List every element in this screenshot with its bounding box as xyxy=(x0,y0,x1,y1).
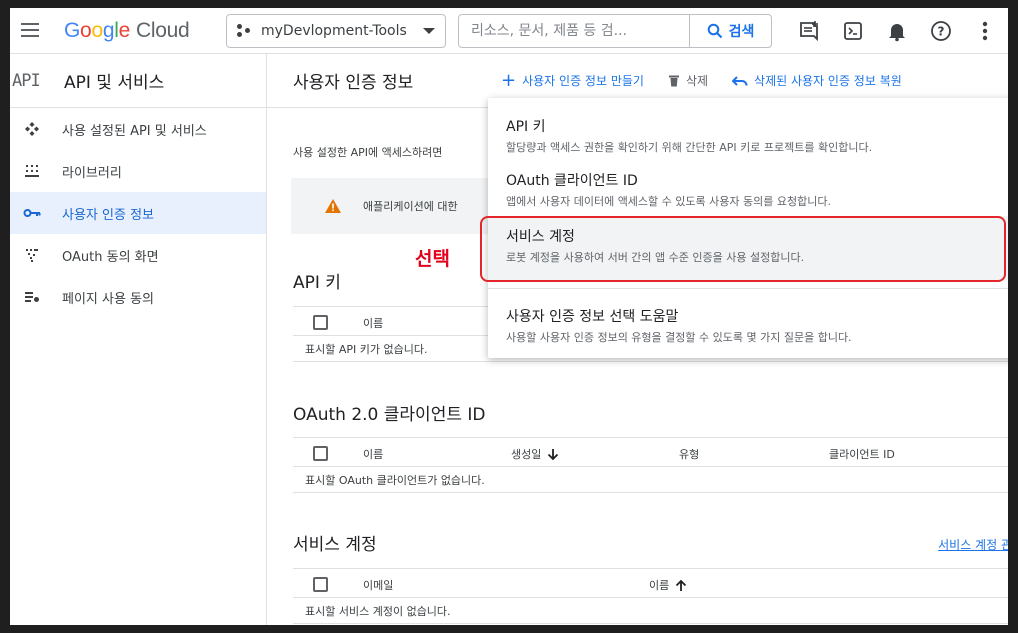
help-icon[interactable]: ? xyxy=(926,16,956,46)
project-icon xyxy=(237,24,253,38)
sidebar-item-label: 라이브러리 xyxy=(62,165,122,181)
consent-icon xyxy=(22,247,42,263)
table-header: 이메일 이름 xyxy=(293,568,1008,598)
svg-text:?: ? xyxy=(938,25,945,39)
annotation-label: 선택 xyxy=(415,248,450,270)
plus-icon: + xyxy=(501,69,517,91)
chevron-down-icon xyxy=(423,28,435,34)
sidebar-item-library[interactable]: 라이브러리 xyxy=(10,150,266,192)
menu-item-subtitle: 앱에서 사용자 데이터에 액세스할 수 있도록 사용자 동의를 요청합니다. xyxy=(506,195,831,208)
column-client-id[interactable]: 클라이언트 ID xyxy=(829,446,895,462)
restore-credentials-button[interactable]: 삭제된 사용자 인증 정보 복원 xyxy=(732,72,902,89)
empty-message: 표시할 OAuth 클라이언트가 없습니다. xyxy=(293,467,1008,493)
sidebar-header: API API 및 서비스 xyxy=(10,54,266,108)
menu-item-oauth-client-id[interactable]: OAuth 클라이언트 ID 앱에서 사용자 데이터에 액세스할 수 있도록 사… xyxy=(488,170,1008,209)
page-title: 사용자 인증 정보 xyxy=(293,73,414,93)
app-window: GoogleCloud myDevlopment-Tools 검색 xyxy=(10,8,1008,625)
bell-icon[interactable] xyxy=(882,16,912,46)
search-button[interactable]: 검색 xyxy=(689,15,771,47)
oauth-title: OAuth 2.0 클라이언트 ID xyxy=(293,405,486,425)
search-button-label: 검색 xyxy=(728,24,755,40)
settings-list-icon xyxy=(22,289,42,305)
manage-service-accounts-link[interactable]: 서비스 계정 관 xyxy=(938,536,1008,553)
column-created-label: 생성일 xyxy=(511,448,542,461)
column-name[interactable]: 이름 xyxy=(363,315,383,331)
sidebar-item-credentials[interactable]: 사용자 인증 정보 xyxy=(10,192,266,234)
empty-message: 표시할 서비스 계정이 없습니다. xyxy=(293,598,1008,624)
api-hub-icon xyxy=(22,121,42,137)
library-icon xyxy=(22,163,42,179)
search-input[interactable] xyxy=(459,15,689,47)
column-type[interactable]: 유형 xyxy=(679,446,699,462)
more-vert-icon[interactable] xyxy=(970,16,1000,46)
create-credentials-button[interactable]: + 사용자 인증 정보 만들기 xyxy=(501,69,644,91)
alert-text: 애플리케이션에 대한 xyxy=(363,200,458,213)
menu-divider xyxy=(488,288,1008,289)
create-credentials-menu: API 키 할당량과 액세스 권한을 확인하기 위해 간단한 API 키로 프로… xyxy=(480,98,1008,358)
project-selector[interactable]: myDevlopment-Tools xyxy=(226,14,446,48)
select-all-checkbox[interactable] xyxy=(313,446,328,461)
api-keys-title: API 키 xyxy=(293,273,341,293)
menu-item-subtitle: 사용할 사용자 인증 정보의 유형을 결정할 수 있도록 몇 가지 질문을 합니… xyxy=(506,331,852,344)
delete-button[interactable]: 삭제 xyxy=(668,72,708,89)
project-name: myDevlopment-Tools xyxy=(261,23,407,39)
select-all-checkbox[interactable] xyxy=(313,315,328,330)
arrow-up-icon xyxy=(676,579,687,591)
highlight-box xyxy=(480,216,1006,282)
sidebar-item-label: 사용자 인증 정보 xyxy=(62,207,154,223)
sidebar-item-label: 사용 설정된 API 및 서비스 xyxy=(62,123,207,139)
column-name-label: 이름 xyxy=(649,579,670,592)
restore-label: 삭제된 사용자 인증 정보 복원 xyxy=(754,74,902,88)
trash-icon xyxy=(668,75,679,87)
google-cloud-logo[interactable]: Google Cloud xyxy=(64,19,190,43)
menu-item-title: 사용자 인증 정보 선택 도움말 xyxy=(506,309,679,325)
chat-icon[interactable] xyxy=(794,16,824,46)
column-created[interactable]: 생성일 xyxy=(511,446,559,462)
sidebar-title: API 및 서비스 xyxy=(64,73,165,93)
sidebar-item-label: 페이지 사용 동의 xyxy=(62,291,154,307)
select-all-checkbox[interactable] xyxy=(313,577,328,592)
page-description: 사용 설정한 API에 액세스하려면 xyxy=(293,146,443,159)
menu-icon[interactable] xyxy=(18,19,42,43)
toolbar: + 사용자 인증 정보 만들기 삭제 삭제된 사용자 인증 정보 복원 xyxy=(501,69,920,91)
sidebar-item-enabled-apis[interactable]: 사용 설정된 API 및 서비스 xyxy=(10,108,266,150)
menu-item-subtitle: 할당량과 액세스 권한을 확인하기 위해 간단한 API 키로 프로젝트를 확인… xyxy=(506,141,873,154)
menu-item-title: OAuth 클라이언트 ID xyxy=(506,173,638,189)
search-icon xyxy=(707,23,722,39)
api-icon: API xyxy=(12,70,41,91)
column-name[interactable]: 이름 xyxy=(649,577,687,593)
menu-item-title: API 키 xyxy=(506,119,546,135)
table-header: 이름 생성일 유형 클라이언트 ID xyxy=(293,437,1008,467)
menu-item-api-key[interactable]: API 키 할당량과 액세스 권한을 확인하기 위해 간단한 API 키로 프로… xyxy=(488,116,1008,155)
service-accounts-title: 서비스 계정 xyxy=(293,535,377,555)
search-bar: 검색 xyxy=(458,14,772,48)
oauth-table: 이름 생성일 유형 클라이언트 ID 표시할 OAuth 클라이언트가 없습니다… xyxy=(293,437,1008,493)
column-name[interactable]: 이름 xyxy=(363,446,383,462)
delete-label: 삭제 xyxy=(685,74,709,88)
service-accounts-table: 이메일 이름 표시할 서비스 계정이 없습니다. xyxy=(293,568,1008,624)
terminal-icon[interactable] xyxy=(838,16,868,46)
column-email[interactable]: 이메일 xyxy=(363,577,393,593)
sidebar-item-oauth-consent[interactable]: OAuth 동의 화면 xyxy=(10,234,266,276)
sidebar-item-label: OAuth 동의 화면 xyxy=(62,249,159,265)
arrow-down-icon xyxy=(548,448,559,460)
sidebar-item-page-usage-agreements[interactable]: 페이지 사용 동의 xyxy=(10,276,266,318)
sidebar: API API 및 서비스 사용 설정된 API 및 서비스 라이브러리 사용자… xyxy=(10,54,267,625)
menu-item-help-me-choose[interactable]: 사용자 인증 정보 선택 도움말 사용할 사용자 인증 정보의 유형을 결정할 … xyxy=(488,306,1008,345)
key-icon xyxy=(22,207,42,219)
top-bar: GoogleCloud myDevlopment-Tools 검색 xyxy=(10,8,1008,54)
create-credentials-label: 사용자 인증 정보 만들기 xyxy=(522,74,644,88)
warning-icon xyxy=(325,199,341,213)
undo-icon xyxy=(732,75,748,86)
